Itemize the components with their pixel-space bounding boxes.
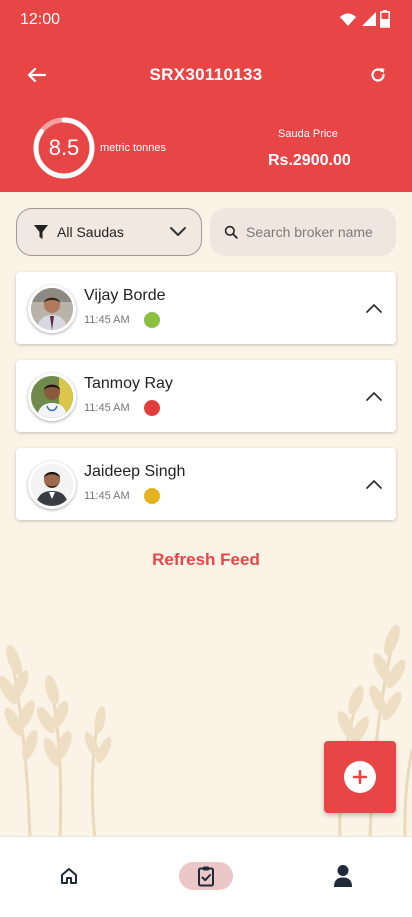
avatar — [28, 461, 76, 509]
sauda-filter-dropdown[interactable]: All Saudas — [16, 208, 202, 256]
top-app-bar: SRX30110133 — [0, 55, 412, 95]
broker-time: 11:45 AM — [84, 402, 130, 414]
add-circle — [344, 761, 376, 793]
avatar — [28, 285, 76, 333]
nav-saudas[interactable] — [179, 862, 233, 890]
chevron-up-icon — [366, 304, 382, 313]
status-dot — [144, 312, 160, 328]
search-input[interactable] — [246, 224, 396, 240]
expand-button[interactable] — [364, 474, 384, 494]
status-bar: 12:00 — [0, 0, 412, 40]
bottom-navigation — [0, 836, 412, 917]
status-dot — [144, 488, 160, 504]
expand-button[interactable] — [364, 386, 384, 406]
nav-profile[interactable] — [326, 861, 360, 891]
refresh-button[interactable] — [366, 63, 390, 87]
chevron-up-icon — [366, 392, 382, 401]
add-sauda-button[interactable] — [324, 741, 396, 813]
broker-time: 11:45 AM — [84, 314, 130, 326]
broker-card[interactable]: Tanmoy Ray 11:45 AM — [16, 360, 396, 432]
battery-icon — [380, 10, 390, 28]
search-icon — [224, 225, 238, 239]
filter-icon — [34, 225, 48, 239]
quantity-value: 8.5 — [48, 135, 80, 160]
nav-home[interactable] — [52, 861, 86, 891]
status-dot — [144, 400, 160, 416]
sauda-filter-label: All Saudas — [57, 224, 124, 240]
chevron-up-icon — [366, 480, 382, 489]
price-value: Rs.2900.00 — [268, 152, 351, 169]
broker-time: 11:45 AM — [84, 490, 130, 502]
wifi-icon — [340, 13, 356, 26]
clipboard-check-icon — [198, 866, 214, 887]
broker-name: Vijay Borde — [84, 287, 166, 304]
home-icon — [61, 868, 77, 884]
signal-icon — [362, 12, 376, 26]
avatar — [28, 373, 76, 421]
broker-name: Jaideep Singh — [84, 463, 186, 480]
expand-button[interactable] — [364, 298, 384, 318]
refresh-icon — [371, 68, 385, 82]
broker-card[interactable]: Vijay Borde 11:45 AM — [16, 272, 396, 344]
header: 12:00 SRX30110133 8.5 metric tonnes Saud… — [0, 0, 412, 192]
quantity-gauge: 8.5 — [32, 116, 96, 180]
broker-card[interactable]: Jaideep Singh 11:45 AM — [16, 448, 396, 520]
broker-name: Tanmoy Ray — [84, 375, 173, 392]
status-time: 12:00 — [20, 11, 61, 28]
status-icons — [338, 10, 390, 28]
plus-icon — [353, 770, 367, 784]
person-icon — [334, 865, 352, 887]
quantity-unit: metric tonnes — [100, 142, 167, 154]
price-caption: Sauda Price — [278, 128, 338, 140]
broker-search[interactable] — [210, 208, 396, 256]
refresh-feed-button[interactable]: Refresh Feed — [0, 550, 412, 570]
page-title: SRX30110133 — [149, 65, 263, 84]
chevron-down-icon — [170, 227, 186, 236]
